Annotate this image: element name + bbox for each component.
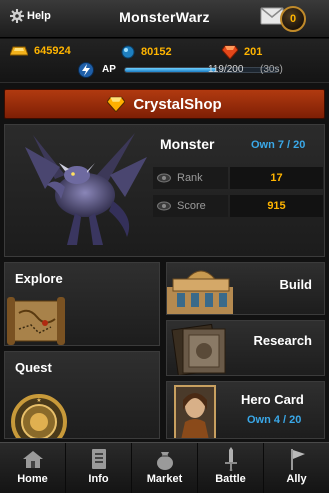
build-tile[interactable]: Build xyxy=(166,262,325,315)
sword-icon xyxy=(224,447,237,471)
mail-count-badge[interactable]: 0 xyxy=(280,6,306,32)
nav-battle-label: Battle xyxy=(215,473,246,485)
hero-card-tile[interactable]: Hero Card Own 4 / 20 xyxy=(166,381,325,439)
ap-label: AP xyxy=(102,64,116,75)
eye-icon xyxy=(157,201,171,211)
research-label: Research xyxy=(253,333,312,348)
map-scroll-icon xyxy=(7,297,65,345)
score-row: Score 915 xyxy=(153,195,323,217)
quest-medal-icon: ★ xyxy=(11,394,67,438)
hero-portrait-icon xyxy=(174,385,216,438)
ap-progress-bar xyxy=(124,67,279,73)
gold-resource: 645924 xyxy=(10,45,71,57)
crystal-shop-button[interactable]: CrystalShop xyxy=(4,89,325,119)
monster-title: Monster xyxy=(160,136,215,152)
ruby-resource: 201 xyxy=(222,45,262,59)
crystal-resource: 80152 xyxy=(121,45,172,59)
info-icon xyxy=(91,449,106,469)
lightning-icon xyxy=(78,62,94,78)
nav-ally-label: Ally xyxy=(286,473,307,485)
ap-progress-fill xyxy=(125,68,217,72)
nav-ally[interactable]: Ally xyxy=(264,443,329,493)
score-label: Score xyxy=(177,200,206,212)
monster-panel[interactable]: Monster Own 7 / 20 Rank 17 Score 915 xyxy=(4,124,325,257)
nav-info-label: Info xyxy=(88,473,109,485)
gold-value: 645924 xyxy=(34,45,71,57)
gold-bar-icon xyxy=(10,46,28,56)
ruby-gem-icon xyxy=(222,45,238,59)
score-value: 915 xyxy=(230,195,323,217)
top-bar: Help MonsterWarz 0 xyxy=(0,0,329,38)
ruby-value: 201 xyxy=(244,46,263,58)
nav-battle[interactable]: Battle xyxy=(198,443,264,493)
hero-card-label: Hero Card xyxy=(241,392,304,407)
nav-home[interactable]: Home xyxy=(0,443,66,493)
rank-label: Rank xyxy=(177,172,203,184)
action-points-row: AP 119/200 (30s) xyxy=(78,61,328,79)
home-icon xyxy=(22,451,43,468)
nav-market-label: Market xyxy=(146,473,183,485)
rank-row: Rank 17 xyxy=(153,167,323,189)
ruby-gem-icon xyxy=(107,96,126,112)
resource-bar: 645924 80152 201 AP 119/200 (30s) xyxy=(0,39,329,83)
score-label-box: Score xyxy=(153,195,228,217)
crystal-value: 80152 xyxy=(141,46,172,58)
quest-label: Quest xyxy=(15,360,52,375)
nav-info[interactable]: Info xyxy=(66,443,132,493)
book-icon xyxy=(171,323,226,375)
build-label: Build xyxy=(279,277,313,292)
explore-label: Explore xyxy=(15,271,63,286)
monster-own-count: Own 7 / 20 xyxy=(251,139,306,151)
nav-market[interactable]: Market xyxy=(132,443,198,493)
nav-home-label: Home xyxy=(17,473,48,485)
building-icon xyxy=(167,270,233,314)
research-tile[interactable]: Research xyxy=(166,320,325,376)
rank-value: 17 xyxy=(230,167,323,189)
flag-icon xyxy=(290,449,305,470)
hero-own-count: Own 4 / 20 xyxy=(247,414,302,426)
market-bag-icon xyxy=(156,452,173,470)
dragon-monster-image xyxy=(25,133,147,245)
rank-label-box: Rank xyxy=(153,167,228,189)
svg-text:★: ★ xyxy=(36,397,41,404)
crystal-orb-icon xyxy=(121,45,135,59)
ap-value: 119/200 xyxy=(208,64,244,75)
quest-tile[interactable]: Quest ★ xyxy=(4,351,160,439)
eye-icon xyxy=(157,173,171,183)
explore-tile[interactable]: Explore xyxy=(4,262,160,346)
bottom-nav: Home Info Market Battle Ally xyxy=(0,442,329,493)
crystal-shop-label: CrystalShop xyxy=(133,95,222,113)
ap-timer: (30s) xyxy=(260,64,283,75)
